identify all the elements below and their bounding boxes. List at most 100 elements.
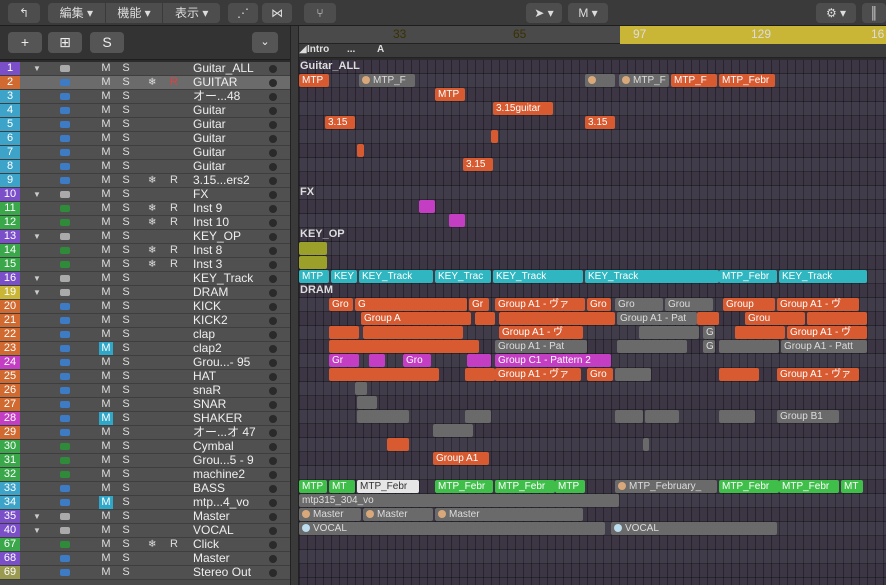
track-name[interactable]: Guitar bbox=[193, 104, 226, 117]
region[interactable]: KEY_Track bbox=[779, 270, 867, 283]
solo-button[interactable]: S bbox=[119, 510, 133, 523]
track-row[interactable]: 13 ▼ M S KEY_OP bbox=[0, 230, 290, 244]
back-arrow-icon[interactable]: ↰ bbox=[8, 3, 40, 23]
track-volume-knob[interactable] bbox=[269, 359, 277, 367]
track-name[interactable]: Grou...5 - 9 bbox=[193, 454, 254, 467]
region[interactable]: Group A1 - Pat bbox=[617, 312, 697, 325]
solo-button[interactable]: S bbox=[119, 440, 133, 453]
track-row[interactable]: 14 M S ❄ R Inst 8 bbox=[0, 244, 290, 258]
track-volume-knob[interactable] bbox=[269, 149, 277, 157]
track-name[interactable]: Inst 10 bbox=[193, 216, 229, 229]
solo-button[interactable]: S bbox=[119, 370, 133, 383]
track-row[interactable]: 68 M S Master bbox=[0, 552, 290, 566]
playhead-icon[interactable]: ◢ bbox=[299, 44, 307, 55]
mute-button[interactable]: M bbox=[99, 90, 113, 103]
mute-button[interactable]: M bbox=[99, 482, 113, 495]
track-lane[interactable] bbox=[299, 284, 886, 298]
gear-icon[interactable]: ⚙ ▾ bbox=[816, 3, 856, 23]
track-row[interactable]: 30 M S Cymbal bbox=[0, 440, 290, 454]
freeze-icon[interactable]: ❄ bbox=[148, 202, 156, 215]
mute-button[interactable]: M bbox=[99, 244, 113, 257]
solo-button[interactable]: S bbox=[119, 342, 133, 355]
record-enable-button[interactable]: R bbox=[170, 216, 178, 229]
track-row[interactable]: 1 ▼ M S Guitar_ALL bbox=[0, 62, 290, 76]
track-volume-knob[interactable] bbox=[269, 219, 277, 227]
mute-button[interactable]: M bbox=[99, 356, 113, 369]
track-lane[interactable] bbox=[299, 256, 886, 270]
track-name[interactable]: SNAR bbox=[193, 398, 226, 411]
mute-button[interactable]: M bbox=[99, 188, 113, 201]
track-row[interactable]: 33 M S BASS bbox=[0, 482, 290, 496]
mute-button[interactable]: M bbox=[99, 510, 113, 523]
region[interactable]: Master bbox=[299, 508, 361, 521]
solo-button[interactable]: S bbox=[119, 328, 133, 341]
track-volume-knob[interactable] bbox=[269, 513, 277, 521]
track-lane[interactable] bbox=[299, 228, 886, 242]
mute-button[interactable]: M bbox=[99, 76, 113, 89]
record-enable-button[interactable]: R bbox=[170, 538, 178, 551]
track-name[interactable]: Click bbox=[193, 538, 219, 551]
region[interactable]: KEY_Track bbox=[493, 270, 583, 283]
track-name[interactable]: Stereo Out bbox=[193, 566, 251, 579]
solo-button[interactable]: S bbox=[119, 76, 133, 89]
track-row[interactable]: 15 M S ❄ R Inst 3 bbox=[0, 258, 290, 272]
track-lane[interactable] bbox=[299, 424, 886, 438]
solo-button[interactable]: S bbox=[119, 412, 133, 425]
track-name[interactable]: Guitar bbox=[193, 146, 226, 159]
region[interactable]: Gro bbox=[615, 298, 663, 311]
track-lane[interactable] bbox=[299, 60, 886, 74]
disclosure-triangle-icon[interactable]: ▼ bbox=[33, 512, 41, 521]
track-volume-knob[interactable] bbox=[269, 527, 277, 535]
solo-button[interactable]: S bbox=[119, 496, 133, 509]
track-row[interactable]: 34 M Smtp...4_vo bbox=[0, 496, 290, 510]
region[interactable]: Gro bbox=[329, 298, 353, 311]
track-lane[interactable] bbox=[299, 466, 886, 480]
region[interactable] bbox=[617, 340, 687, 353]
track-name[interactable]: オー...48 bbox=[193, 90, 240, 103]
mute-button[interactable]: M bbox=[99, 538, 113, 551]
region[interactable] bbox=[299, 256, 327, 269]
disclosure-triangle-icon[interactable]: ▼ bbox=[33, 274, 41, 283]
pointer-tool-icon[interactable]: ➤ ▾ bbox=[526, 3, 562, 23]
region[interactable] bbox=[585, 74, 615, 87]
track-lane[interactable] bbox=[299, 536, 886, 550]
track-row[interactable]: 40 ▼ M S VOCAL bbox=[0, 524, 290, 538]
track-row[interactable]: 16 ▼ M S KEY_Track bbox=[0, 272, 290, 286]
region[interactable] bbox=[363, 326, 463, 339]
track-volume-knob[interactable] bbox=[269, 457, 277, 465]
solo-button[interactable]: S bbox=[119, 454, 133, 467]
waveform-zoom-icon[interactable]: ║ bbox=[862, 3, 886, 23]
solo-button[interactable]: S bbox=[119, 426, 133, 439]
solo-button[interactable]: S bbox=[119, 230, 133, 243]
disclosure-triangle-icon[interactable]: ▼ bbox=[33, 190, 41, 199]
track-row[interactable]: 9 M S ❄ R 3.15...ers2 bbox=[0, 174, 290, 188]
region[interactable]: G bbox=[355, 298, 467, 311]
track-volume-knob[interactable] bbox=[269, 387, 277, 395]
track-name[interactable]: Inst 8 bbox=[193, 244, 222, 257]
solo-button[interactable]: S bbox=[119, 146, 133, 159]
track-volume-knob[interactable] bbox=[269, 289, 277, 297]
track-row[interactable]: 5 M S Guitar bbox=[0, 118, 290, 132]
track-lane[interactable] bbox=[299, 172, 886, 186]
track-name[interactable]: 3.15...ers2 bbox=[193, 174, 250, 187]
region[interactable] bbox=[329, 368, 439, 381]
region[interactable] bbox=[449, 214, 465, 227]
solo-button[interactable]: S bbox=[119, 118, 133, 131]
region[interactable] bbox=[719, 340, 779, 353]
track-volume-knob[interactable] bbox=[269, 205, 277, 213]
region[interactable]: Grou bbox=[665, 298, 713, 311]
mute-button[interactable]: M bbox=[99, 342, 113, 355]
mute-button[interactable]: M bbox=[99, 412, 113, 425]
track-name[interactable]: Inst 3 bbox=[193, 258, 222, 271]
track-row[interactable]: 32 M Smachine2 bbox=[0, 468, 290, 482]
flex-bowtie-icon[interactable]: ⋈ bbox=[262, 3, 292, 23]
region[interactable]: MTP_Febr bbox=[779, 480, 839, 493]
track-volume-knob[interactable] bbox=[269, 65, 277, 73]
disclosure-triangle-icon[interactable]: ▼ bbox=[33, 64, 41, 73]
mute-button[interactable]: M bbox=[99, 202, 113, 215]
track-row[interactable]: 35 ▼ M S Master bbox=[0, 510, 290, 524]
mute-button[interactable]: M bbox=[99, 258, 113, 271]
region[interactable]: Group A1 - ヴァ bbox=[495, 368, 581, 381]
track-lane[interactable] bbox=[299, 102, 886, 116]
region[interactable] bbox=[475, 312, 495, 325]
